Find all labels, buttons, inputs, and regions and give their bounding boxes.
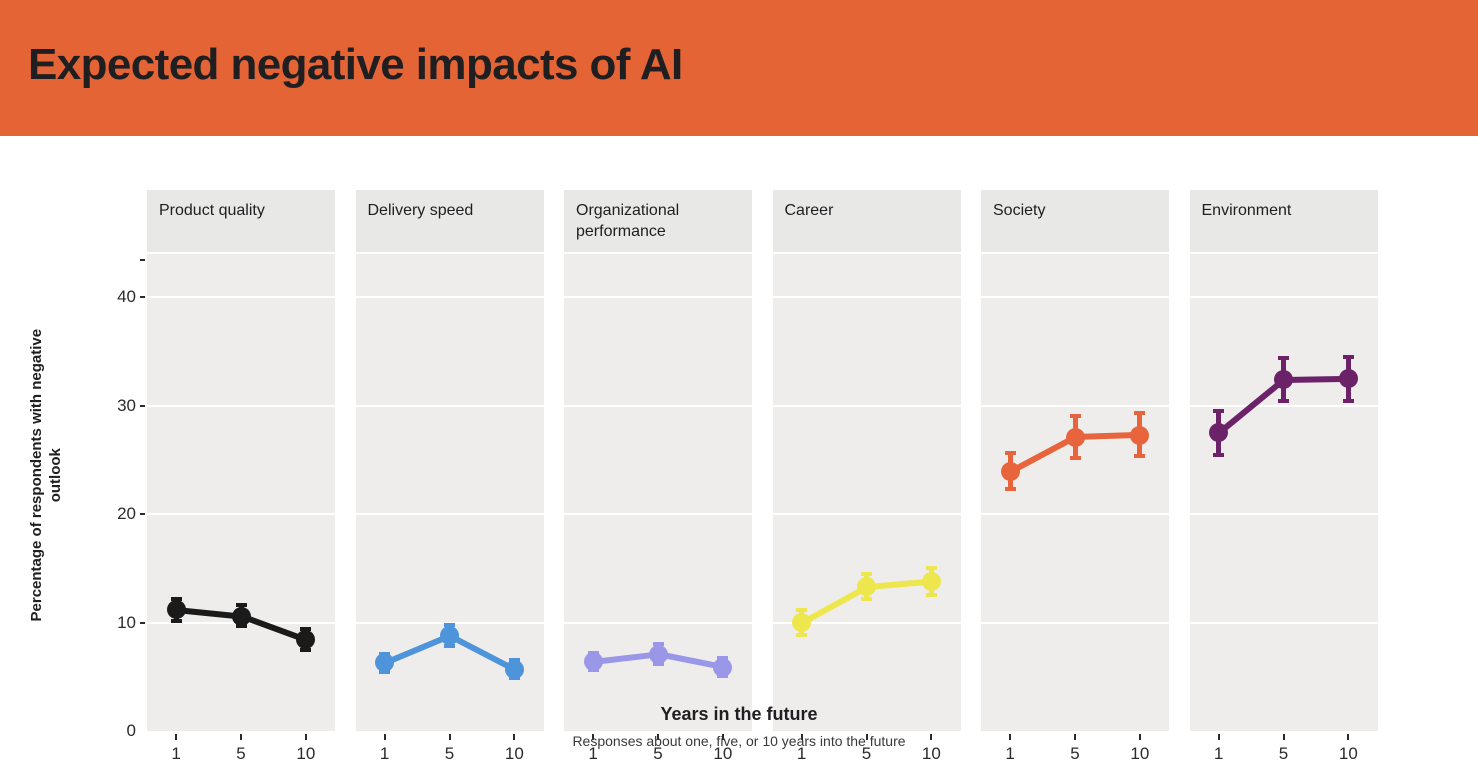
facet-strip-label: Career — [784, 202, 834, 219]
facet-strip: Product quality — [147, 190, 335, 252]
error-bar-cap — [1278, 355, 1289, 360]
gridline — [564, 404, 752, 407]
facet-strip-label: Society — [993, 202, 1046, 219]
y-tick-mark — [140, 296, 145, 299]
error-bar-cap — [170, 618, 182, 623]
gridline — [1189, 404, 1378, 407]
data-point — [296, 630, 316, 650]
error-bar-cap — [1134, 453, 1146, 458]
error-bar-cap — [796, 632, 808, 637]
error-bar-cap — [861, 571, 872, 576]
error-bar-cap — [1342, 398, 1354, 403]
facet-plot-region — [1189, 254, 1378, 731]
y-tick-mark — [140, 404, 145, 407]
gridline — [355, 404, 544, 407]
error-bar-cap — [1134, 411, 1146, 416]
gridline — [147, 404, 335, 407]
data-point — [1065, 427, 1085, 447]
data-point — [166, 600, 186, 620]
error-bar-cap — [1004, 451, 1016, 456]
data-point — [1000, 462, 1020, 482]
gridline — [564, 621, 752, 624]
y-tick-label: 40 — [117, 287, 136, 307]
facet-strip-label: Delivery speed — [367, 202, 474, 219]
error-bar-cap — [1004, 487, 1016, 492]
data-point — [440, 626, 459, 646]
error-bar-cap — [925, 592, 937, 597]
data-point — [504, 659, 524, 679]
gridline — [1189, 296, 1378, 299]
facet-strip: Society — [981, 190, 1169, 252]
facet-strip: Organizational performance — [564, 190, 752, 252]
gridline — [981, 621, 1169, 624]
gridline — [981, 404, 1169, 407]
gridline — [772, 404, 961, 407]
data-point — [792, 613, 812, 633]
data-point — [231, 606, 251, 626]
facet-strip-label: Environment — [1201, 202, 1292, 219]
data-point — [1130, 425, 1150, 445]
gridline — [355, 296, 544, 299]
gridline — [772, 513, 961, 516]
page-title: Expected negative impacts of AI — [28, 40, 683, 89]
data-point — [375, 653, 395, 673]
gridline — [1189, 621, 1378, 624]
error-bar-cap — [861, 596, 872, 601]
error-bar-cap — [796, 608, 808, 613]
data-point — [713, 657, 733, 677]
error-bar-cap — [925, 566, 937, 571]
y-axis-title: Percentage of respondents with negative … — [27, 328, 64, 622]
facet-strip: Career — [772, 190, 961, 252]
facet-plot-region — [981, 254, 1169, 731]
facet-plot-region — [564, 254, 752, 731]
facet-plot-region — [147, 254, 335, 731]
x-axis-title: Years in the future — [660, 704, 818, 724]
y-tick-label: 20 — [117, 504, 136, 524]
facet-strip-label: Organizational performance — [576, 202, 680, 240]
gridline — [564, 513, 752, 516]
gridline — [1189, 513, 1378, 516]
error-bar-cap — [1213, 452, 1225, 457]
y-tick-mark — [140, 513, 145, 516]
gridline — [564, 296, 752, 299]
gridline — [981, 296, 1169, 299]
facet-plot-region — [355, 254, 544, 731]
gridline — [147, 296, 335, 299]
header-banner: Expected negative impacts of AI — [0, 0, 1478, 136]
facet-strip: Delivery speed — [355, 190, 544, 252]
x-axis-subtitle: Responses about one, five, or 10 years i… — [572, 733, 906, 749]
gridline — [981, 513, 1169, 516]
facet-plot-region — [772, 254, 961, 731]
error-bar-cap — [1069, 455, 1081, 460]
chart-area: Percentage of respondents with negative … — [0, 136, 1478, 778]
data-point — [583, 652, 603, 672]
gridline — [772, 296, 961, 299]
error-bar-cap — [1213, 409, 1225, 414]
y-tick-label: 10 — [117, 612, 136, 632]
data-point — [921, 571, 941, 591]
error-bar-cap — [1342, 354, 1354, 359]
data-point — [1338, 369, 1358, 389]
facet-strip: Environment — [1189, 190, 1378, 252]
data-point — [1274, 370, 1293, 390]
error-bar-cap — [1278, 398, 1289, 403]
y-tick-mark — [140, 621, 145, 624]
data-point — [648, 644, 668, 664]
y-tick-label: 30 — [117, 395, 136, 415]
gridline — [355, 513, 544, 516]
gridline — [147, 513, 335, 516]
error-bar-cap — [1069, 414, 1081, 419]
data-point — [857, 577, 876, 597]
facet-strip-label: Product quality — [159, 202, 265, 219]
data-point — [1209, 423, 1229, 443]
y-tick-mark-top — [140, 259, 145, 262]
